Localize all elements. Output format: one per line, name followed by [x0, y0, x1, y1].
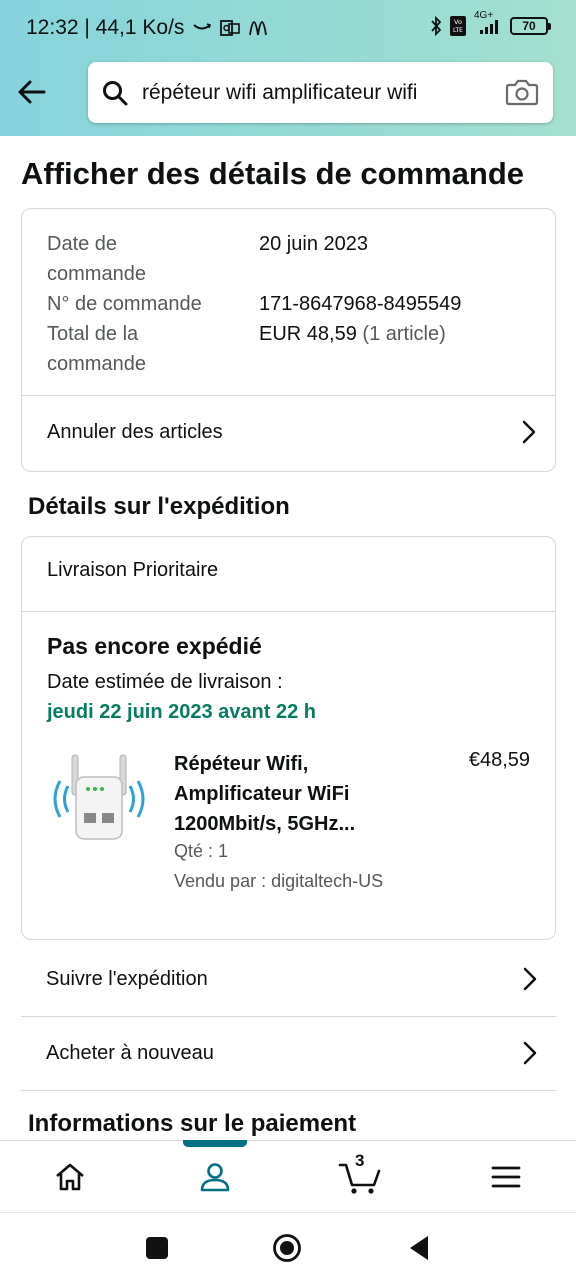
recent-apps-icon[interactable] — [142, 1233, 172, 1263]
volte-icon: Vo LTE — [450, 16, 466, 36]
bluetooth-icon — [430, 16, 442, 36]
product-title[interactable]: Répéteur Wifi, Amplificateur WiFi 1200Mb… — [174, 749, 414, 839]
svg-text:Vo: Vo — [454, 18, 462, 26]
order-date-value: 20 juin 2023 — [259, 233, 368, 255]
battery-icon: 70 — [510, 17, 551, 35]
shipping-method: Livraison Prioritaire — [47, 559, 219, 581]
bottom-nav: 3 — [0, 1140, 576, 1212]
mcdonalds-icon — [248, 20, 268, 36]
divider — [22, 611, 555, 612]
track-shipment-label: Suivre l'expédition — [46, 967, 208, 990]
account-icon[interactable] — [195, 1157, 235, 1197]
chevron-right-icon — [522, 1041, 538, 1065]
order-item-count: (1 article) — [362, 323, 446, 345]
shipment-status: Pas encore expédié — [47, 633, 262, 659]
product-image[interactable] — [48, 751, 150, 847]
cancel-items-link[interactable]: Annuler des articles — [22, 395, 555, 469]
product-quantity: Qté : 1 — [174, 841, 229, 861]
network-type: 4G+ — [474, 10, 494, 21]
payment-section-title: Informations sur le paiement — [28, 1110, 357, 1137]
order-total-value: EUR 48,59 — [259, 323, 357, 345]
app-header: 12:32 | 44,1 Ko/s Vo LTE 4G+ 70 répéteur… — [0, 0, 576, 136]
page-title: Afficher des détails de commande — [21, 156, 525, 191]
camera-icon[interactable] — [505, 78, 539, 106]
system-nav-bar — [0, 1212, 576, 1280]
cancel-items-label: Annuler des articles — [47, 420, 223, 443]
chevron-right-icon — [522, 967, 538, 991]
product-price: €48,59 — [468, 749, 530, 771]
buy-again-link[interactable]: Acheter à nouveau — [21, 1016, 556, 1090]
amazon-smile-icon — [192, 22, 212, 34]
shipping-section-title: Détails sur l'expédition — [28, 493, 290, 520]
buy-again-label: Acheter à nouveau — [46, 1041, 214, 1064]
track-shipment-link[interactable]: Suivre l'expédition — [21, 942, 556, 1016]
delivery-estimate-date: jeudi 22 juin 2023 avant 22 h — [47, 701, 317, 723]
shipment-card: Livraison Prioritaire Pas encore expédié… — [21, 536, 556, 940]
order-total-value-wrap: EUR 48,59 (1 article) — [259, 319, 446, 349]
delivery-estimate-label: Date estimée de livraison : — [47, 671, 283, 693]
search-bar[interactable]: répéteur wifi amplificateur wifi — [88, 62, 553, 123]
order-date-label: Date de commande — [47, 233, 146, 285]
active-tab-indicator — [183, 1140, 247, 1147]
order-number-value: 171-8647968-8495549 — [259, 293, 462, 315]
order-summary-card: Date de commande 20 juin 2023 N° de comm… — [21, 208, 556, 472]
status-bar: 12:32 | 44,1 Ko/s Vo LTE 4G+ 70 — [0, 0, 576, 58]
cart-count-badge: 3 — [355, 1151, 365, 1170]
signal-icon: 4G+ — [474, 10, 502, 36]
home-button-icon[interactable] — [272, 1233, 302, 1263]
menu-icon[interactable] — [486, 1157, 526, 1197]
back-arrow-icon[interactable] — [14, 74, 50, 110]
search-icon — [102, 80, 128, 106]
battery-level: 70 — [522, 19, 536, 33]
status-bar-right: Vo LTE 4G+ 70 — [430, 10, 551, 36]
cart-icon[interactable]: 3 — [338, 1151, 382, 1197]
back-button-icon[interactable] — [404, 1233, 434, 1263]
order-total-label: Total de la commande — [47, 323, 146, 375]
status-bar-left: 12:32 | 44,1 Ko/s — [26, 16, 268, 40]
home-icon[interactable] — [50, 1157, 90, 1197]
divider — [21, 1090, 556, 1091]
svg-text:LTE: LTE — [453, 27, 463, 34]
search-input[interactable]: répéteur wifi amplificateur wifi — [142, 81, 482, 105]
order-number-label: N° de commande — [47, 293, 202, 315]
status-time-speed: 12:32 | 44,1 Ko/s — [26, 16, 185, 39]
chevron-right-icon — [521, 420, 537, 444]
outlook-icon — [220, 19, 241, 37]
product-seller: Vendu par : digitaltech-US — [174, 871, 384, 891]
